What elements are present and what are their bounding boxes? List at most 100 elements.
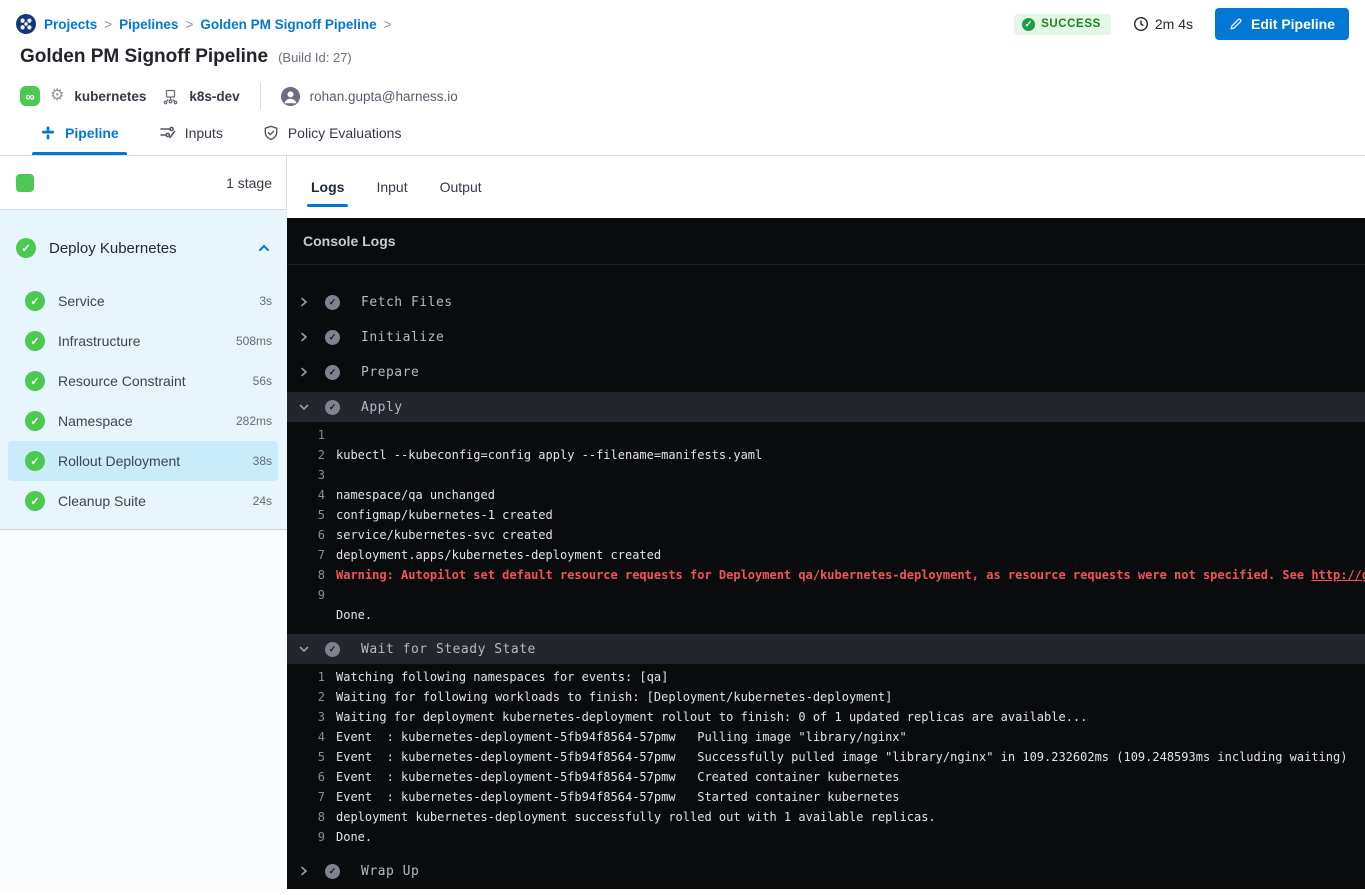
- step-success-icon: ✓: [325, 642, 340, 657]
- log-tab-output[interactable]: Output: [440, 179, 482, 201]
- log-section-prepare[interactable]: ✓ Prepare: [287, 357, 1365, 387]
- edit-pipeline-button[interactable]: Edit Pipeline: [1215, 8, 1349, 40]
- log-line: 4namespace/qa unchanged: [287, 485, 1365, 505]
- stage-name: Deploy Kubernetes: [49, 240, 177, 257]
- log-link[interactable]: http://g: [1311, 568, 1365, 582]
- breadcrumb-link[interactable]: Golden PM Signoff Pipeline: [200, 17, 376, 32]
- line-number: 8: [304, 568, 325, 582]
- check-circle-icon: ✓: [1022, 18, 1035, 31]
- line-text: Watching following namespaces for events…: [336, 670, 668, 684]
- step-duration: 38s: [253, 454, 272, 468]
- line-number: 3: [304, 468, 325, 482]
- content: 1 stage ✓ Deploy Kubernetes ✓Service3s✓I…: [0, 156, 1365, 889]
- stage-status-square: [16, 174, 34, 192]
- line-text: deployment kubernetes-deployment success…: [336, 810, 936, 824]
- breadcrumb-separator: >: [384, 17, 392, 32]
- log-tabs: Logs Input Output: [287, 156, 1365, 218]
- chevron-right-icon[interactable]: [296, 296, 312, 308]
- line-text: Event : kubernetes-deployment-5fb94f8564…: [336, 790, 900, 804]
- step-row-infrastructure[interactable]: ✓Infrastructure508ms: [8, 321, 278, 361]
- line-number: 5: [304, 508, 325, 522]
- tab-inputs[interactable]: Inputs: [159, 110, 223, 155]
- success-check-icon: ✓: [25, 371, 45, 391]
- chevron-right-icon[interactable]: [296, 366, 312, 378]
- log-area: LogsInputOutput Console Logs ✓Fetch File…: [287, 156, 1365, 889]
- log-tab-logs[interactable]: Logs: [311, 179, 344, 201]
- breadcrumb-link[interactable]: Projects: [44, 17, 97, 32]
- line-text: Event : kubernetes-deployment-5fb94f8564…: [336, 730, 907, 744]
- tab-policy-evaluations[interactable]: Policy Evaluations: [263, 110, 402, 155]
- log-section-title: Wrap Up: [361, 864, 419, 879]
- line-number: 2: [304, 690, 325, 704]
- step-name: Namespace: [58, 413, 133, 429]
- stage-count-row: 1 stage: [0, 156, 287, 210]
- inputs-icon: [159, 124, 176, 141]
- line-text: kubectl --kubeconfig=config apply --file…: [336, 448, 762, 462]
- log-line: 6 service/kubernetes-svc created: [287, 525, 1365, 545]
- stage-header-deploy-kubernetes[interactable]: ✓ Deploy Kubernetes: [0, 227, 287, 269]
- line-number: 6: [304, 528, 325, 542]
- infrastructure-icon: [162, 88, 179, 105]
- step-duration: 24s: [253, 494, 272, 508]
- stage-panel: ✓ Deploy Kubernetes ✓Service3s ✓ Infrastru…: [0, 210, 287, 530]
- step-success-icon: ✓: [325, 400, 340, 415]
- log-tab-input[interactable]: Input: [376, 179, 407, 201]
- line-text: Event : kubernetes-deployment-5fb94f8564…: [336, 770, 900, 784]
- step-name: Service: [58, 293, 105, 309]
- line-text: Warning: Autopilot set default resource …: [336, 568, 1311, 582]
- step-row-service[interactable]: ✓Service3s: [8, 281, 278, 321]
- step-success-icon: ✓: [325, 365, 340, 380]
- tab-pipeline[interactable]: Pipeline: [40, 110, 119, 155]
- pipeline-icon: [40, 125, 56, 141]
- log-section-fetch-files[interactable]: ✓ Fetch Files: [287, 287, 1365, 317]
- log-line: 9Done.: [287, 827, 1365, 847]
- log-section-wait-for-steady-state[interactable]: ✓ Wait for Steady State: [287, 634, 1365, 664]
- log-section-title: Prepare: [361, 365, 419, 380]
- log-lines: 1Watching following namespaces for event…: [287, 664, 1365, 851]
- step-row-rollout-deployment[interactable]: ✓Rollout Deployment38s: [8, 441, 278, 481]
- log-section-initialize[interactable]: ✓Initialize: [287, 322, 1365, 352]
- line-text: service/kubernetes-svc created: [336, 528, 553, 542]
- line-number: 7: [304, 790, 325, 804]
- log-section-wrap-up[interactable]: ✓Wrap Up: [287, 856, 1365, 886]
- chevron-up-icon[interactable]: [257, 241, 271, 255]
- log-line: 4Event : kubernetes-deployment-5fb94f856…: [287, 727, 1365, 747]
- edit-pipeline-label: Edit Pipeline: [1251, 16, 1335, 32]
- step-row-resource-constraint[interactable]: ✓Resource Constraint56s: [8, 361, 278, 401]
- pencil-icon: [1229, 17, 1243, 31]
- service-type-label: kubernetes: [74, 89, 146, 104]
- line-number: 8: [304, 810, 325, 824]
- step-name: Infrastructure: [58, 333, 140, 349]
- line-text: deployment.apps/kubernetes-deployment cr…: [336, 548, 661, 562]
- line-number: 3: [304, 710, 325, 724]
- log-line: 7 Event : kubernetes-deployment-5fb94f856…: [287, 787, 1365, 807]
- chevron-down-icon[interactable]: [296, 643, 312, 655]
- log-line: 5Event : kubernetes-deployment-5fb94f856…: [287, 747, 1365, 767]
- success-check-icon: ✓: [25, 451, 45, 471]
- breadcrumb-link[interactable]: Pipelines: [119, 17, 178, 32]
- step-row-cleanup-suite[interactable]: ✓Cleanup Suite24s: [8, 481, 278, 521]
- log-section-apply[interactable]: ✓Apply: [287, 392, 1365, 422]
- chevron-right-icon[interactable]: [296, 865, 312, 877]
- step-name: Cleanup Suite: [58, 493, 146, 509]
- breadcrumb-row: Projects>Pipelines>Golden PM Signoff Pip…: [0, 10, 1365, 38]
- log-line: 2kubectl --kubeconfig=config apply --fil…: [287, 445, 1365, 465]
- line-text: Done.: [336, 830, 372, 844]
- chevron-right-icon[interactable]: [296, 331, 312, 343]
- step-row-namespace[interactable]: ✓Namespace282ms: [8, 401, 278, 441]
- step-success-icon: ✓: [325, 295, 340, 310]
- status-badge: ✓ SUCCESS: [1014, 14, 1111, 35]
- step-name: Resource Constraint: [58, 373, 186, 389]
- line-text: Waiting for following workloads to finis…: [336, 690, 892, 704]
- tab-label: Pipeline: [65, 125, 119, 141]
- gear-icon: ⚙: [50, 88, 64, 104]
- success-check-icon: ✓: [25, 331, 45, 351]
- page-header: Projects>Pipelines>Golden PM Signoff Pip…: [0, 0, 1365, 110]
- log-section-title: Fetch Files: [361, 295, 453, 310]
- clock-icon: [1133, 16, 1149, 32]
- chevron-down-icon[interactable]: [296, 401, 312, 413]
- stage-count-label: 1 stage: [226, 175, 272, 191]
- step-success-icon: ✓: [325, 330, 340, 345]
- meta-row: ∞ ⚙ kubernetes k8s-dev rohan.gupta@harne…: [0, 72, 1365, 110]
- log-section-title: Wait for Steady State: [361, 642, 536, 657]
